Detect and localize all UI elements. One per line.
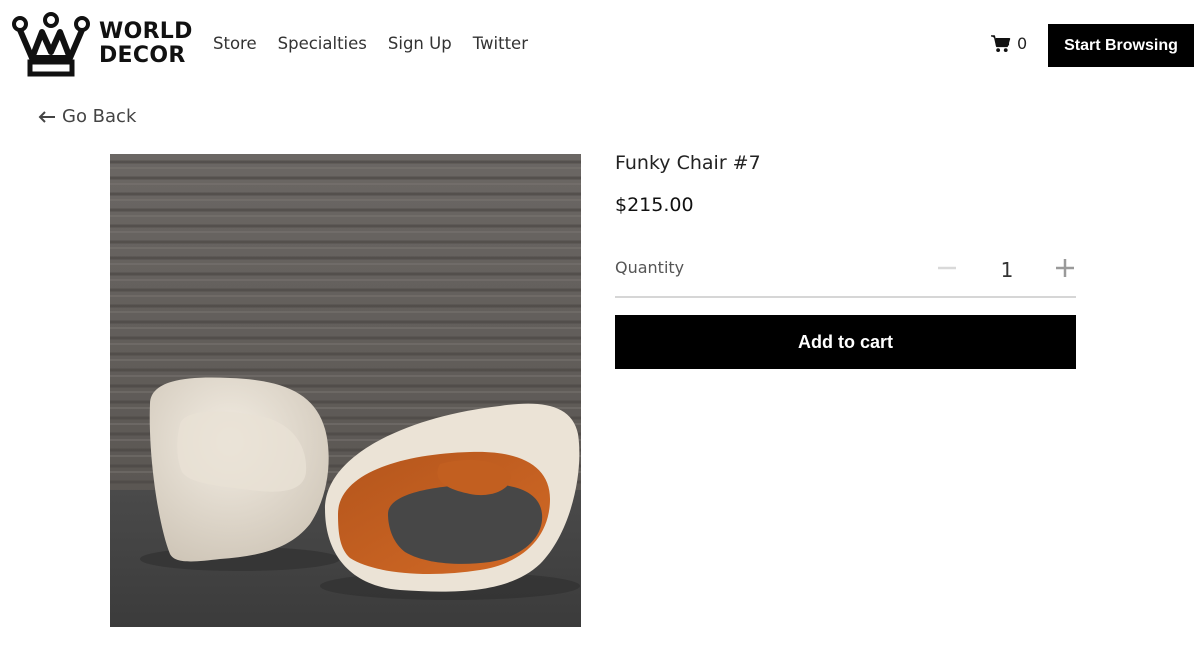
product-photo [110,154,581,627]
quantity-row: Quantity 1 [615,248,1076,298]
nav-link-twitter[interactable]: Twitter [473,34,528,53]
arrow-left-icon [38,110,55,123]
go-back-label: Go Back [62,106,137,127]
product-price: $215.00 [615,194,694,216]
product-image [110,154,581,627]
cart-count: 0 [1017,34,1028,53]
quantity-decrease-button[interactable] [933,254,961,282]
brand-logo[interactable]: WORLD DECOR [12,12,197,80]
nav-link-specialties[interactable]: Specialties [278,34,367,53]
quantity-value: 1 [1000,258,1014,282]
quantity-label: Quantity [615,258,685,277]
main-nav: Store Specialties Sign Up Twitter [213,34,549,53]
quantity-increase-button[interactable] [1051,254,1079,282]
product-title: Funky Chair #7 [615,152,761,174]
site-header: WORLD DECOR Store Specialties Sign Up Tw… [0,0,1200,90]
cart-button[interactable]: 0 [990,34,1027,53]
nav-link-sign-up[interactable]: Sign Up [388,34,452,53]
nav-link-store[interactable]: Store [213,34,257,53]
brand-line-1: WORLD [99,19,193,44]
go-back-link[interactable]: Go Back [38,106,136,127]
brand-wordmark: WORLD DECOR [99,20,193,68]
cart-icon [991,35,1011,53]
crown-icon [12,12,90,77]
start-browsing-button[interactable]: Start Browsing [1048,24,1194,67]
brand-line-2: DECOR [99,43,186,68]
add-to-cart-button[interactable]: Add to cart [615,315,1076,369]
